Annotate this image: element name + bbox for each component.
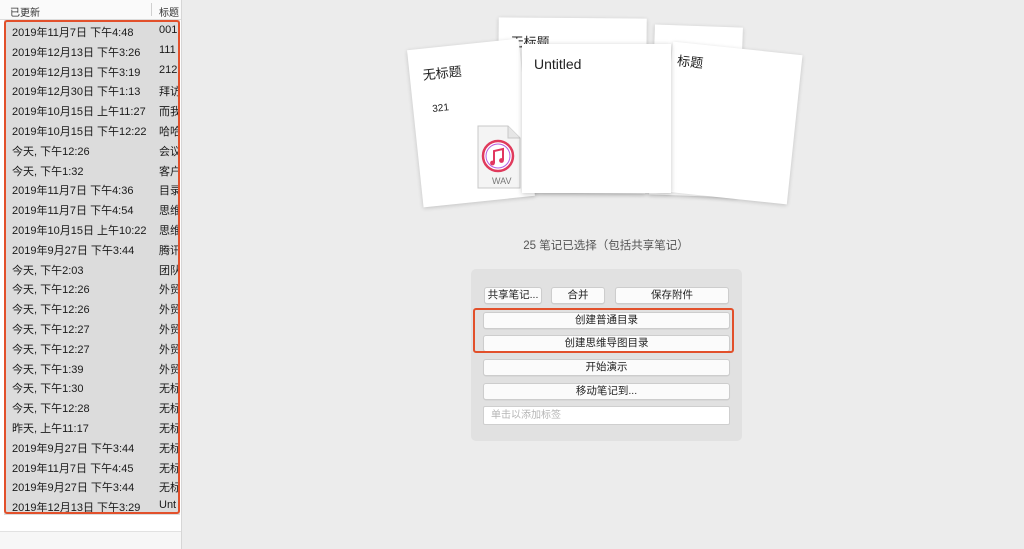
note-row-date: 今天, 下午1:39 (12, 363, 84, 376)
note-row-title: 001 (159, 24, 178, 36)
note-row[interactable]: 2019年10月15日 上午11:27 而我 (4, 99, 180, 119)
note-row-date: 2019年9月27日 下午3:44 (12, 442, 135, 455)
note-row[interactable]: 今天, 下午1:32 客户 (4, 158, 180, 179)
note-row-title: 客户 (159, 165, 180, 178)
move-notes-button[interactable]: 移动笔记到... (483, 383, 730, 400)
note-list-pane: 已更新 标题 2019年11月7日 下午4:48 001 2019年12月13日 下… (0, 0, 182, 549)
create-mindmap-toc-button[interactable]: 创建思维导图目录 (483, 335, 730, 352)
note-row[interactable]: 2019年12月13日 下午3:19 212 (4, 59, 180, 80)
note-row[interactable]: 2019年11月7日 下午4:54 思维 (4, 198, 180, 218)
note-row[interactable]: 今天, 下午12:27 外贸 (4, 316, 180, 337)
note-row-title: 无标 (159, 482, 180, 495)
note-row[interactable]: 今天, 下午12:28 无标 (4, 396, 180, 416)
note-row[interactable]: 今天, 下午12:26 外贸 (4, 297, 180, 317)
note-row-date: 2019年10月15日 下午12:22 (12, 125, 147, 138)
note-row-title: 无标 (159, 442, 180, 455)
card-title: 标题 (676, 53, 704, 71)
note-row-date: 昨天, 上午11:17 (12, 422, 89, 435)
tag-input[interactable] (483, 406, 730, 425)
note-row[interactable]: 2019年9月27日 下午3:44 无标 (4, 435, 180, 456)
note-row-title: 外贸 (159, 323, 180, 336)
start-presentation-button[interactable]: 开始演示 (483, 359, 730, 376)
note-row-date: 2019年9月27日 下午3:44 (12, 482, 135, 495)
attachment-label: WAV (492, 176, 512, 186)
note-row-date: 2019年10月15日 上午10:22 (12, 224, 147, 237)
note-row-title: 思维 (159, 205, 180, 218)
note-row-date: 2019年10月15日 上午11:27 (12, 106, 146, 119)
note-row-title: 无标 (159, 403, 180, 416)
note-row-title: 思维 (159, 224, 180, 237)
share-notes-button[interactable]: 共享笔记... (484, 287, 542, 304)
create-toc-button[interactable]: 创建普通目录 (483, 312, 730, 329)
note-row-date: 2019年11月7日 下午4:54 (12, 205, 134, 218)
note-row[interactable]: 2019年12月30日 下午1:13 拜访 (4, 79, 180, 100)
note-row[interactable]: 2019年9月27日 下午3:44 无标 (4, 475, 180, 496)
note-row-title: 外贸 (159, 343, 180, 356)
selection-summary: 25 笔记已选择（包括共享笔记） (523, 240, 689, 252)
card-title: 无标题 (421, 63, 463, 83)
note-row-date: 今天, 下午12:26 (12, 145, 90, 158)
note-row-date: 2019年11月7日 下午4:36 (12, 185, 134, 198)
note-row[interactable]: 2019年11月7日 下午4:36 目录 (4, 178, 180, 199)
note-row-title: 目录 (159, 185, 180, 198)
note-row[interactable]: 2019年9月27日 下午3:44 腾讯 (4, 237, 180, 258)
note-row-date: 今天, 下午12:28 (12, 403, 90, 416)
note-row[interactable]: 今天, 下午1:39 外贸 (4, 356, 180, 377)
note-row[interactable]: 今天, 下午12:27 外贸 (4, 336, 180, 357)
note-row-title: 拜访 (159, 86, 180, 99)
merge-button[interactable]: 合并 (551, 287, 605, 304)
note-row[interactable]: 2019年12月13日 下午3:26 111 (4, 39, 180, 60)
note-row-title: 团队 (159, 264, 180, 277)
card-body-text: 321 (431, 102, 450, 115)
note-row-date: 今天, 下午2:03 (12, 264, 84, 277)
note-row-date: 2019年11月7日 下午4:45 (12, 462, 134, 475)
note-row-title: 腾讯 (159, 244, 180, 257)
note-row[interactable]: 2019年10月15日 上午10:22 思维 (4, 217, 180, 238)
note-row-date: 2019年12月30日 下午1:13 (12, 86, 141, 99)
column-header-updated[interactable]: 已更新 (10, 4, 40, 19)
note-row-title: 哈哈 (159, 125, 180, 138)
note-row-title: 无标 (159, 383, 180, 396)
note-row-title: 外贸 (159, 304, 180, 317)
note-row-date: 2019年12月13日 下午3:29 (12, 502, 141, 515)
column-header-title[interactable]: 标题 (159, 4, 179, 19)
column-separator (151, 3, 152, 16)
note-row[interactable]: 今天, 下午12:26 外贸 (4, 277, 180, 298)
note-row-title: 而我 (159, 106, 180, 119)
note-row[interactable]: 昨天, 上午11:17 无标 (4, 415, 180, 436)
note-card-right: 标题 (657, 41, 803, 205)
note-row-title: 外贸 (159, 363, 180, 376)
note-row-date: 2019年9月27日 下午3:44 (12, 244, 135, 257)
note-row[interactable]: 2019年10月15日 下午12:22 哈哈 (4, 118, 180, 139)
note-row[interactable]: 今天, 下午1:30 无标 (4, 376, 180, 397)
note-row-date: 今天, 下午1:30 (12, 383, 84, 396)
note-row-title: 无标 (159, 422, 180, 435)
note-row[interactable]: 今天, 下午12:26 会议 (4, 138, 180, 159)
note-row[interactable]: 2019年11月7日 下午4:45 无标 (4, 455, 180, 476)
note-row-date: 今天, 下午12:27 (12, 323, 90, 336)
note-row-date: 今天, 下午12:26 (12, 304, 90, 317)
note-row-title: 无标 (159, 462, 180, 475)
note-row-date: 今天, 下午12:27 (12, 343, 90, 356)
note-rows: 2019年11月7日 下午4:48 001 2019年12月13日 下午3:26 11… (4, 20, 180, 515)
music-file-icon: WAV (474, 124, 522, 190)
save-attachments-button[interactable]: 保存附件 (615, 287, 729, 304)
note-row-date: 2019年12月13日 下午3:26 (12, 46, 141, 59)
note-row-title: 会议 (159, 145, 180, 158)
note-row-title: Unt (159, 499, 177, 512)
note-row[interactable]: 2019年11月7日 下午4:48 001 (4, 20, 180, 40)
list-footer (0, 531, 181, 549)
note-row[interactable]: 今天, 下午2:03 团队 (4, 257, 180, 278)
note-row-date: 2019年11月7日 下午4:48 (12, 27, 134, 39)
note-row[interactable]: 2019年12月13日 下午3:29 Unt (4, 495, 180, 515)
note-row-date: 2019年12月13日 下午3:19 (12, 66, 141, 79)
list-header: 已更新 标题 (0, 0, 181, 20)
note-row-title: 111 (159, 43, 176, 56)
note-card-front: Untitled (522, 44, 671, 193)
note-row-date: 今天, 下午1:32 (12, 165, 84, 178)
note-row-title: 外贸 (159, 284, 180, 297)
note-row-date: 今天, 下午12:26 (12, 284, 90, 297)
note-row-title: 212 (159, 63, 178, 76)
card-title: Untitled (534, 56, 582, 72)
